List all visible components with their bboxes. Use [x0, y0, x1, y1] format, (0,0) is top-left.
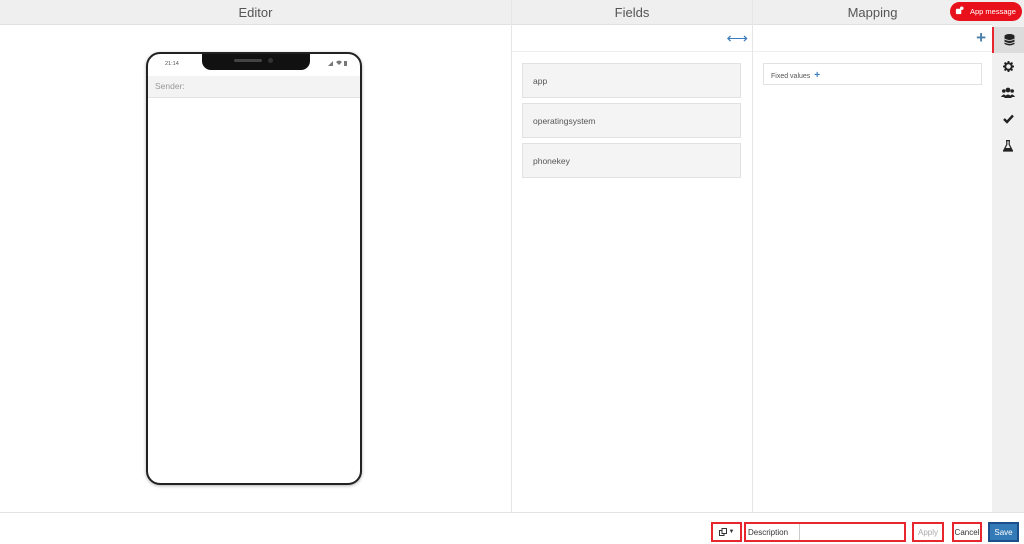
mapping-title: Mapping — [847, 4, 898, 20]
app-root: Editor Fields Mapping App message 21:14 … — [0, 0, 1024, 544]
chevron-down-icon: ▼ — [728, 529, 735, 535]
save-button[interactable]: Save — [988, 522, 1019, 542]
editor-title: Editor — [238, 4, 273, 20]
attachments-dropdown[interactable]: ▼ — [711, 522, 742, 542]
sender-label: Sender: — [155, 81, 185, 91]
mapping-toolbar: + — [753, 25, 992, 52]
apply-label: Apply — [917, 527, 938, 537]
fields-header: Fields — [512, 0, 752, 25]
users-icon[interactable] — [992, 79, 1024, 105]
save-label: Save — [994, 527, 1013, 537]
field-label: app — [533, 76, 548, 86]
fixed-values-section[interactable]: Fixed values + — [763, 63, 982, 85]
check-icon[interactable] — [992, 106, 1024, 132]
status-icons — [328, 60, 348, 68]
flask-icon[interactable] — [992, 133, 1024, 159]
fields-title: Fields — [614, 4, 650, 20]
database-icon[interactable] — [992, 27, 1024, 53]
cancel-label: Cancel — [954, 527, 980, 537]
speaker-grille — [234, 59, 262, 62]
description-field[interactable]: Description — [744, 522, 906, 542]
sender-bar: Sender: — [148, 76, 360, 98]
divider — [511, 0, 512, 512]
field-label: operatingsystem — [533, 116, 596, 126]
app-message-label: App message — [970, 7, 1016, 16]
field-label: phonekey — [533, 156, 570, 166]
fields-toolbar: ⟷ — [512, 25, 752, 52]
right-rail — [992, 25, 1024, 512]
phone-notch — [202, 54, 310, 70]
swap-icon[interactable]: ⟷ — [726, 29, 748, 47]
status-time: 21:14 — [165, 61, 179, 67]
field-item-operatingsystem[interactable]: operatingsystem — [522, 103, 741, 138]
description-label: Description — [748, 527, 789, 537]
apply-button[interactable]: Apply — [912, 522, 944, 542]
gear-icon[interactable] — [992, 53, 1024, 79]
app-message-icon — [955, 6, 964, 17]
copy-icon — [718, 528, 727, 536]
field-item-app[interactable]: app — [522, 63, 741, 98]
add-mapping-icon[interactable]: + — [976, 28, 986, 48]
field-item-phonekey[interactable]: phonekey — [522, 143, 741, 178]
camera-dot — [268, 58, 273, 63]
add-fixed-value-icon[interactable]: + — [814, 70, 820, 81]
divider — [752, 0, 753, 512]
fixed-values-label: Fixed values — [771, 73, 811, 80]
editor-header: Editor — [0, 0, 511, 25]
footer-bar: ▼ Description Apply Cancel Save — [0, 512, 1024, 544]
app-message-badge[interactable]: App message — [950, 2, 1022, 21]
phone-preview: 21:14 Sender: — [146, 52, 362, 485]
cancel-button[interactable]: Cancel — [952, 522, 982, 542]
